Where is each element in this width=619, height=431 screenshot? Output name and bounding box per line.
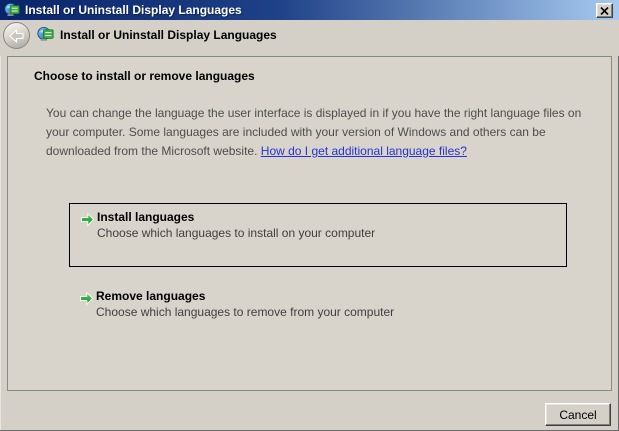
display-languages-icon (37, 26, 54, 41)
green-arrow-icon (80, 291, 94, 306)
wizard-header: Install or Uninstall Display Languages (0, 20, 619, 56)
remove-languages-description: Choose which languages to remove from yo… (96, 305, 395, 319)
remove-languages-label: Remove languages (96, 289, 206, 303)
green-arrow-icon (81, 212, 95, 227)
additional-language-files-link[interactable]: How do I get additional language files? (261, 144, 467, 158)
close-button[interactable] (596, 3, 613, 18)
install-languages-label: Install languages (97, 210, 195, 224)
close-icon (600, 6, 609, 15)
remove-languages-option[interactable]: Remove languages Choose which languages … (69, 285, 567, 337)
cancel-button[interactable]: Cancel (545, 403, 611, 426)
window-title: Install or Uninstall Display Languages (25, 3, 242, 17)
install-languages-option[interactable]: Install languages Choose which languages… (69, 203, 567, 267)
section-heading: Choose to install or remove languages (34, 69, 255, 83)
display-languages-icon (4, 2, 20, 16)
content-panel: Choose to install or remove languages Yo… (7, 56, 612, 391)
page-title: Install or Uninstall Display Languages (60, 28, 277, 42)
titlebar: Install or Uninstall Display Languages (0, 0, 619, 20)
back-arrow-icon (9, 28, 24, 43)
back-button[interactable] (3, 22, 30, 49)
description-text: You can change the language the user int… (46, 104, 586, 161)
install-languages-description: Choose which languages to install on you… (97, 226, 376, 240)
install-uninstall-display-languages-dialog: Install or Uninstall Display Languages I… (0, 0, 619, 431)
